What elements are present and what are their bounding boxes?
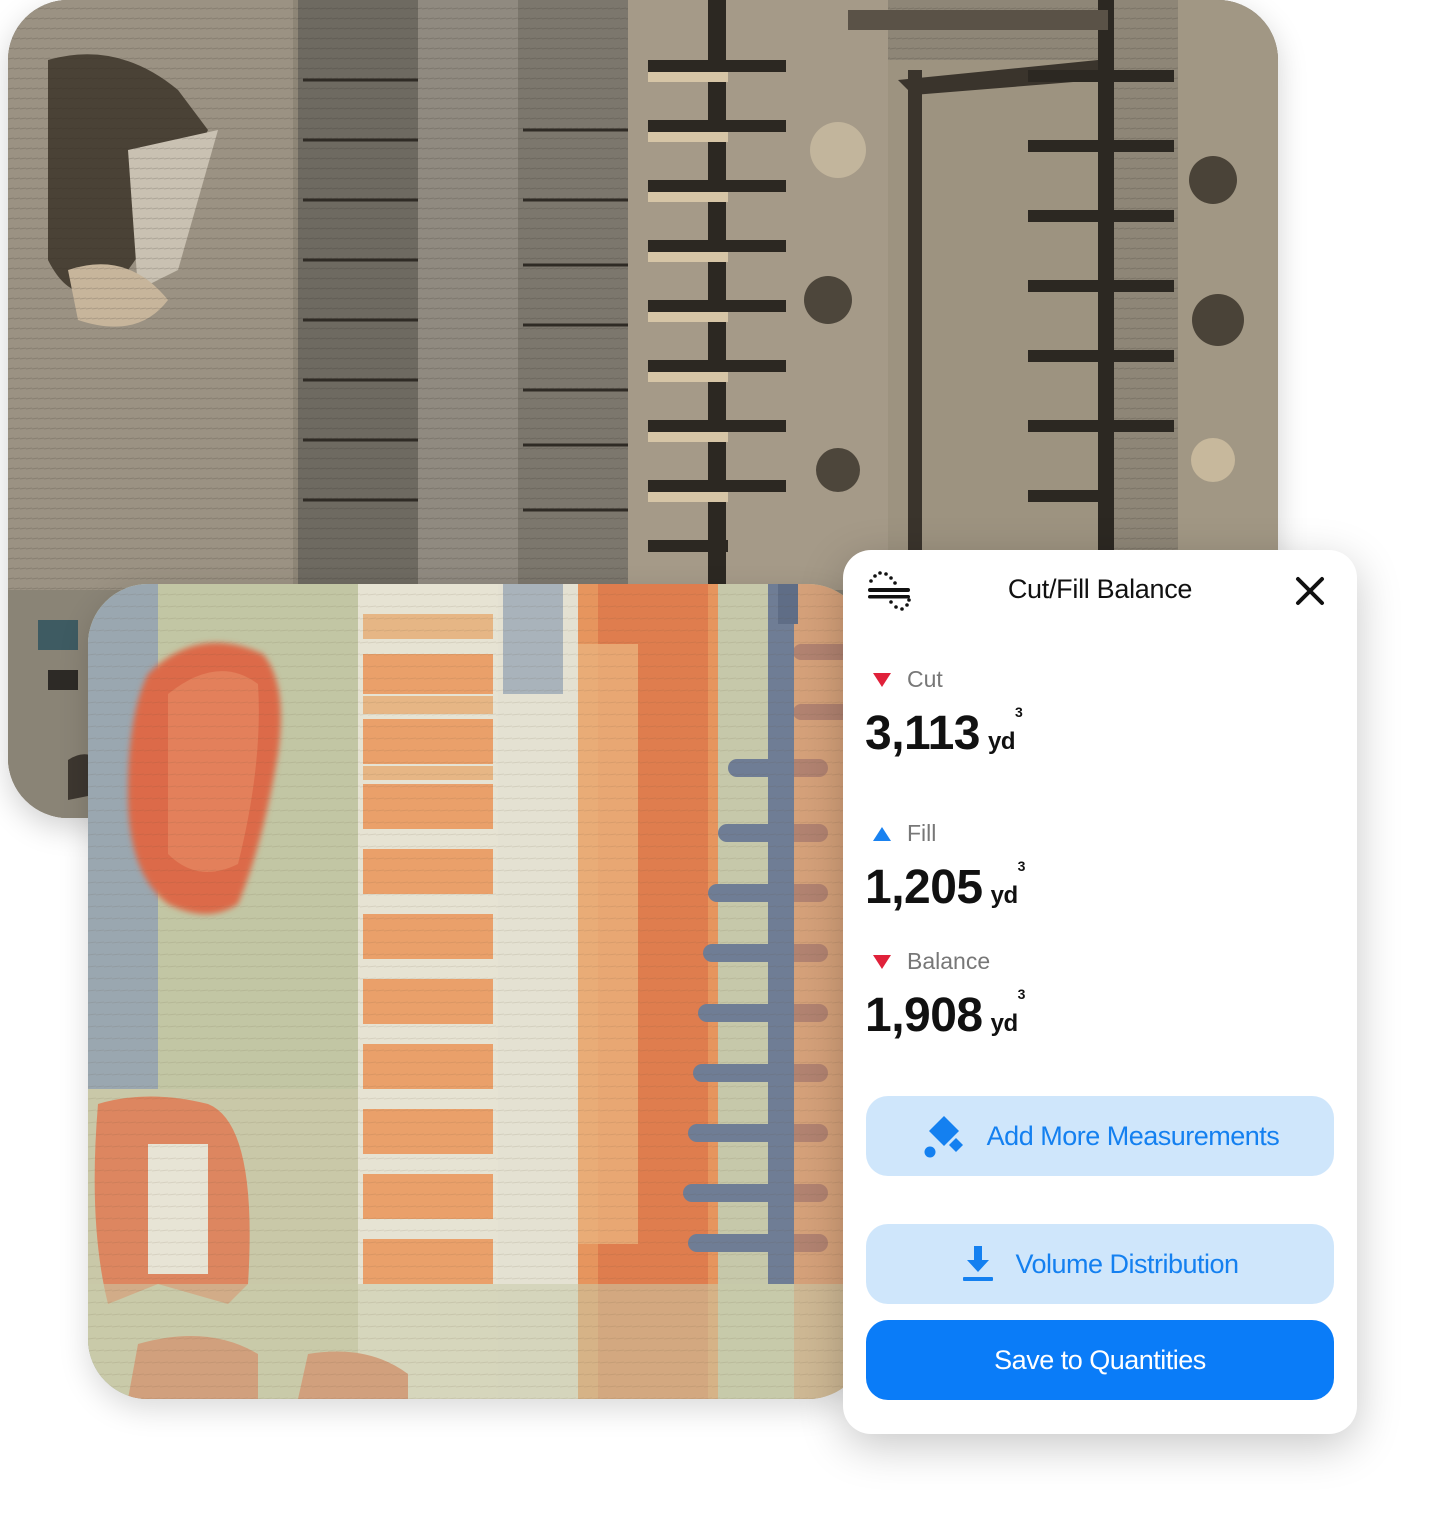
balance-unit: yd 3	[990, 986, 1026, 1037]
add-measurements-button[interactable]: Add More Measurements	[866, 1096, 1334, 1176]
balance-value: 1,908	[865, 989, 983, 1042]
cut-unit-sup: 3	[1014, 704, 1023, 720]
add-measurements-label: Add More Measurements	[986, 1120, 1280, 1151]
volume-distribution-button[interactable]: Volume Distribution	[866, 1224, 1334, 1304]
volume-distribution-label: Volume Distribution	[1015, 1248, 1239, 1279]
cut-unit-text: yd	[987, 728, 1016, 755]
panel-header: Cut/Fill Balance	[843, 550, 1357, 632]
fill-unit: yd 3	[990, 858, 1026, 909]
balance-unit-sup: 3	[1017, 986, 1026, 1002]
fill-up-triangle-icon	[873, 826, 891, 841]
balance-label: Balance	[907, 948, 991, 974]
balance-down-triangle-icon	[873, 954, 891, 969]
fill-value: 1,205	[865, 861, 983, 914]
close-icon[interactable]	[1291, 572, 1329, 610]
cut-value-row: 3,113 yd 3	[865, 704, 1023, 761]
fill-label: Fill	[907, 820, 937, 846]
fill-value-row: 1,205 yd 3	[865, 858, 1026, 915]
cut-fill-heatmap	[88, 584, 868, 1399]
balance-value-row: 1,908 yd 3	[865, 986, 1026, 1043]
cut-unit: yd 3	[987, 704, 1023, 755]
heatmap-graphic	[88, 584, 868, 1399]
cut-down-triangle-icon	[873, 672, 891, 687]
stage: Cut/Fill Balance Cut 3,113 yd 3 Fill 1,205…	[0, 0, 1438, 1526]
fill-label-row: Fill	[873, 820, 936, 847]
cut-label-row: Cut	[873, 666, 943, 693]
cut-fill-panel: Cut/Fill Balance Cut 3,113 yd 3 Fill 1,205…	[843, 550, 1357, 1434]
save-to-quantities-button[interactable]: Save to Quantities	[866, 1320, 1334, 1400]
save-to-quantities-label: Save to Quantities	[994, 1344, 1206, 1375]
measurements-icon	[924, 1116, 963, 1158]
cut-label: Cut	[907, 666, 943, 692]
fill-unit-text: yd	[990, 882, 1019, 909]
download-icon	[963, 1246, 994, 1281]
fill-unit-sup: 3	[1017, 858, 1026, 874]
panel-title: Cut/Fill Balance	[1007, 574, 1193, 604]
cut-value: 3,113	[865, 707, 980, 760]
balance-unit-text: yd	[990, 1010, 1019, 1037]
balance-label-row: Balance	[873, 948, 990, 975]
